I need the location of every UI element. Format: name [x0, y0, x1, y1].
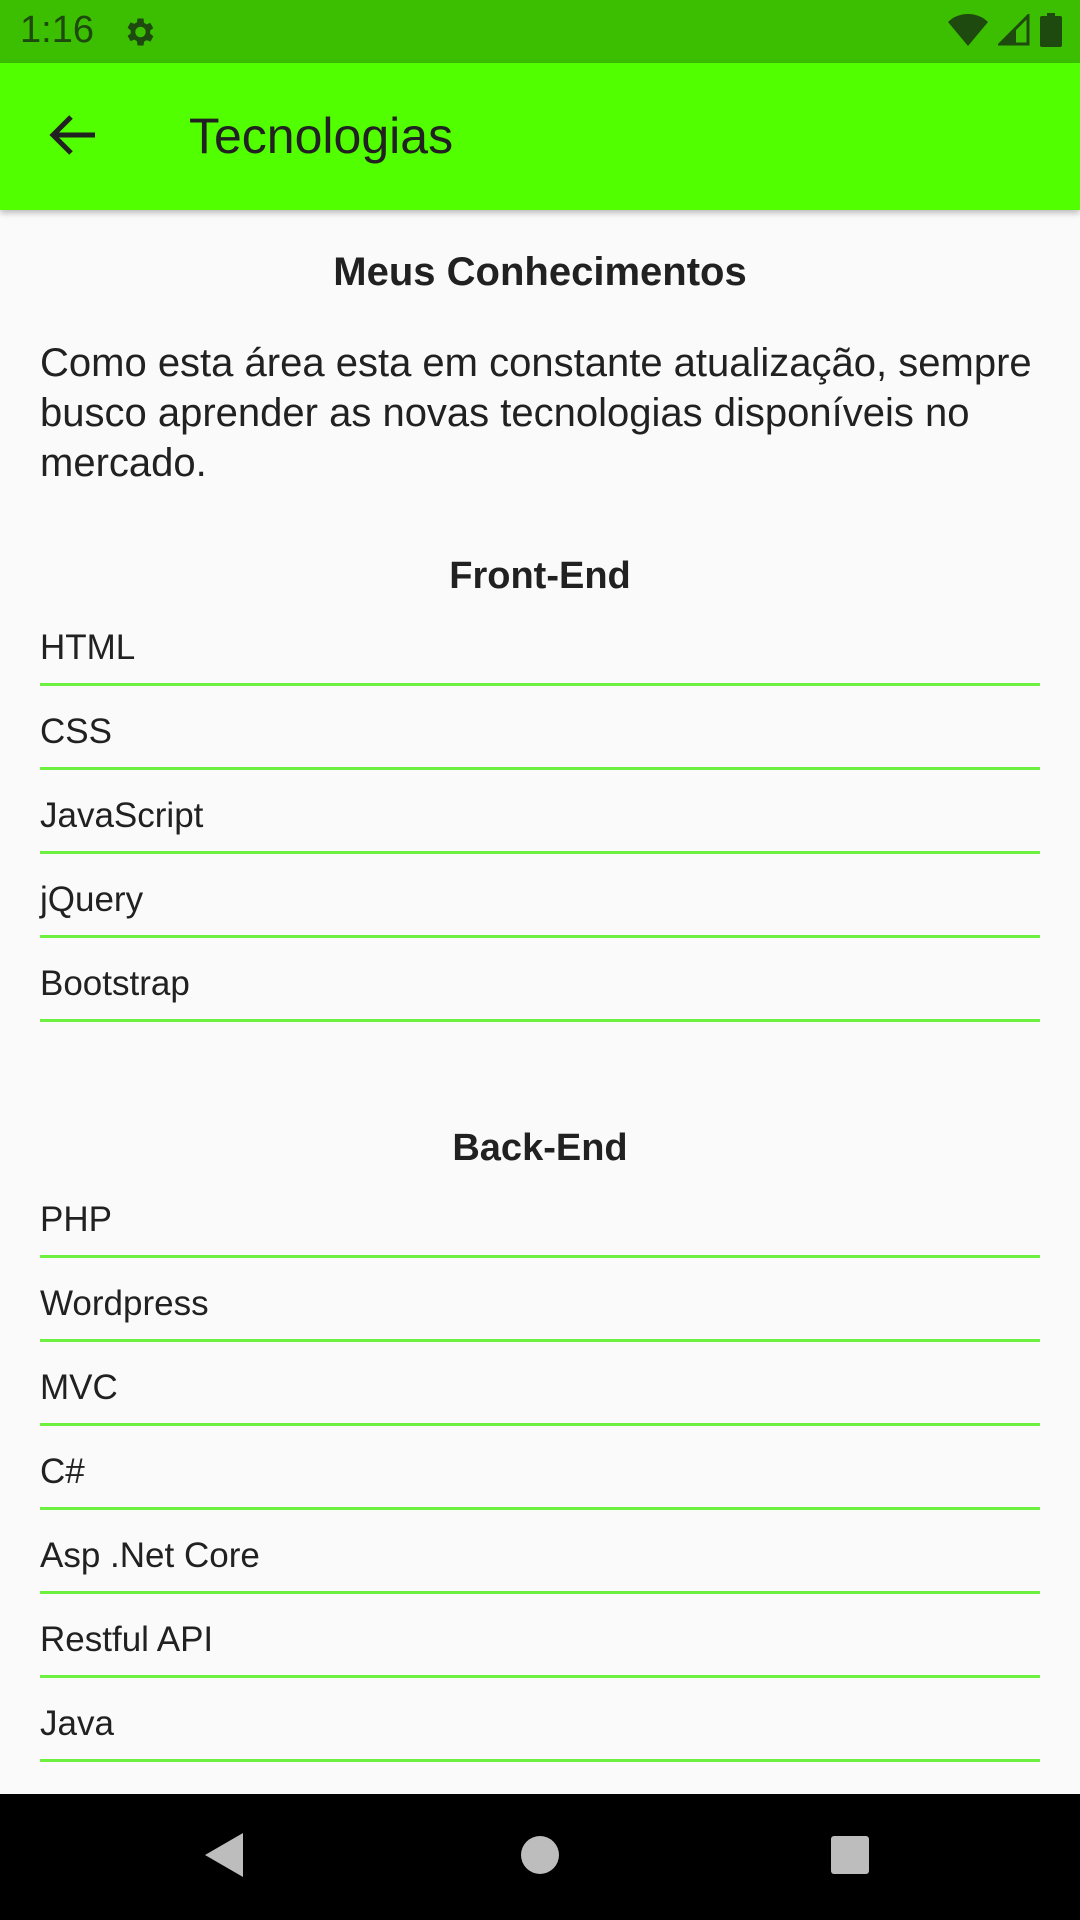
nav-recents-icon — [830, 1835, 870, 1880]
nav-home-icon — [520, 1835, 560, 1880]
nav-back-icon — [203, 1831, 247, 1884]
back-arrow-icon — [49, 113, 97, 162]
list-item: Bootstrap — [40, 959, 1040, 1022]
system-nav-bar — [0, 1794, 1080, 1920]
list-item: C# — [40, 1447, 1040, 1510]
app-bar: Tecnologias — [0, 63, 1080, 210]
list-item: MVC — [40, 1363, 1040, 1426]
list-item: HTML — [40, 623, 1040, 686]
nav-recents-button[interactable] — [817, 1824, 883, 1890]
nav-back-button[interactable] — [192, 1824, 258, 1890]
list-item: jQuery — [40, 875, 1040, 938]
status-bar: 1:16 — [0, 0, 1080, 63]
gear-icon — [121, 14, 157, 50]
nav-home-button[interactable] — [507, 1824, 573, 1890]
intro-text: Como esta área esta em constante atualiz… — [40, 341, 1032, 485]
list-item: Wordpress — [40, 1279, 1040, 1342]
list-item: JavaScript — [40, 791, 1040, 854]
signal-icon — [996, 12, 1030, 51]
back-end-heading: Back-End — [452, 1127, 628, 1169]
wifi-icon — [948, 14, 988, 51]
status-time: 1:16 — [20, 9, 94, 51]
back-button[interactable] — [38, 109, 108, 165]
list-item: CSS — [40, 707, 1040, 770]
list-item: PHP — [40, 1195, 1040, 1258]
list-item: Asp .Net Core — [40, 1531, 1040, 1594]
battery-icon — [1040, 13, 1062, 52]
front-end-heading: Front-End — [449, 555, 631, 597]
list-item: Restful API — [40, 1615, 1040, 1678]
section-heading: Meus Conhecimentos — [333, 250, 747, 294]
page-title: Tecnologias — [189, 108, 454, 164]
list-item: Java — [40, 1699, 1040, 1762]
